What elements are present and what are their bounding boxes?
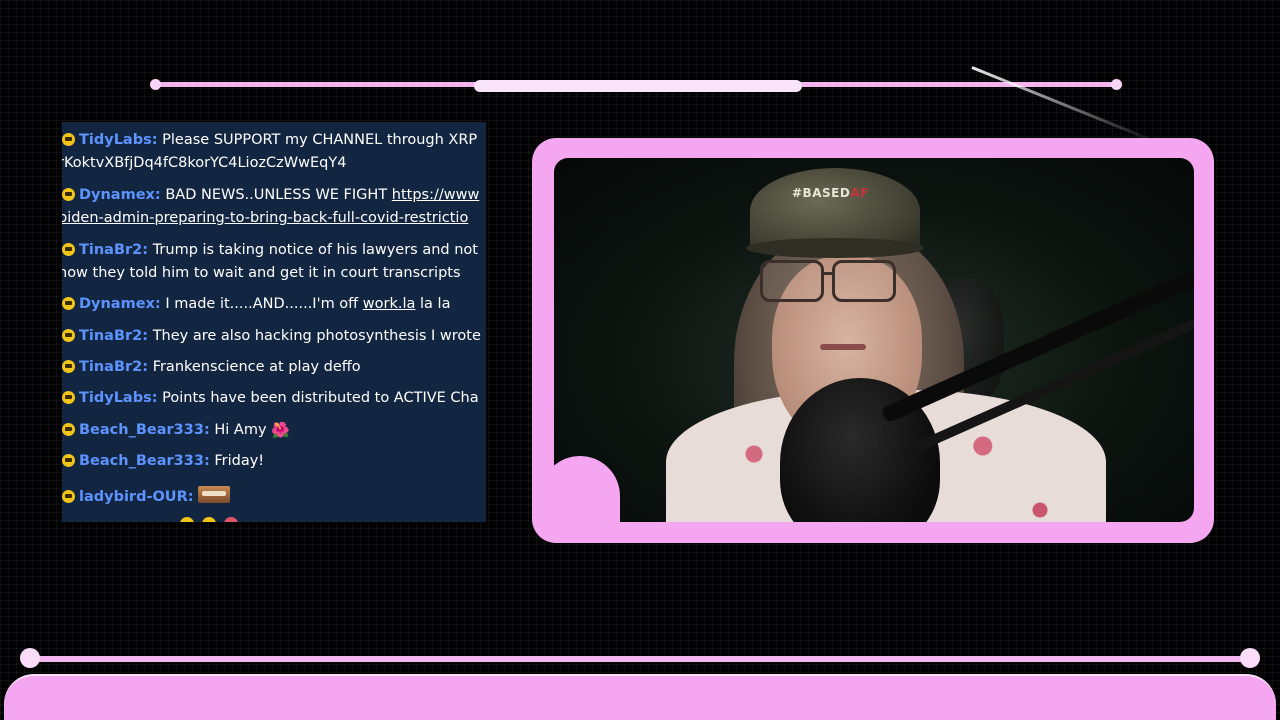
- emote-icon: [202, 517, 216, 522]
- chat-panel[interactable]: TidyLabs: Please SUPPORT my CHANNEL thro…: [62, 122, 486, 522]
- chat-username[interactable]: ladybird-OUR: [79, 489, 188, 505]
- badge-icon: [62, 454, 75, 467]
- chat-message: Dynamex: I made it.....AND......I'm off …: [62, 293, 486, 316]
- chat-message: ladybird-OUR:: [62, 486, 486, 509]
- hibiscus-emoji: 🌺: [271, 421, 290, 439]
- bottom-rail-knob-left: [20, 648, 40, 668]
- chat-username[interactable]: TinaBr2: [79, 359, 142, 375]
- camera-frame-corner: [540, 456, 620, 536]
- chat-username[interactable]: Beach_Bear333: [79, 453, 204, 469]
- cap-brim: [746, 238, 924, 258]
- top-rail-knob-left: [150, 79, 161, 90]
- chat-text-line2: how they told him to wait and get it in …: [62, 265, 461, 281]
- chat-username[interactable]: TinaBr2: [79, 328, 142, 344]
- chat-username[interactable]: TidyLabs: [79, 390, 152, 406]
- chat-message: TinaBr2: They are also hacking photosynt…: [62, 325, 486, 348]
- chat-text: BAD NEWS..UNLESS WE FIGHT: [165, 187, 392, 203]
- cap-logo-text: #BASEDAF: [792, 186, 869, 200]
- chat-text: They are also hacking photosynthesis I w…: [152, 328, 481, 344]
- chat-text: Points have been distributed to ACTIVE C…: [162, 390, 479, 406]
- chat-text: Frankenscience at play deffo: [152, 359, 361, 375]
- chat-text: Trump is taking notice of his lawyers an…: [152, 242, 478, 258]
- chat-message: TinaBr2: Trump is taking notice of his l…: [62, 239, 486, 285]
- chat-link-line2[interactable]: biden-admin-preparing-to-bring-back-full…: [62, 207, 486, 230]
- top-rail-knob-right: [1111, 79, 1122, 90]
- bottom-banner: [4, 674, 1276, 720]
- top-rail-pill: [474, 80, 802, 92]
- chat-username[interactable]: TinaBr2: [79, 242, 142, 258]
- chat-text: Friday!: [214, 453, 265, 469]
- emote-icon: [224, 517, 238, 522]
- chat-username[interactable]: TidyLabs: [79, 132, 152, 148]
- badge-icon: [62, 423, 75, 436]
- chat-username[interactable]: Beach_Bear333: [79, 422, 204, 438]
- bottom-rail: [30, 656, 1250, 662]
- bottom-rail-knob-right: [1240, 648, 1260, 668]
- chat-message: Dynamex: BAD NEWS..UNLESS WE FIGHT https…: [62, 184, 486, 230]
- chat-message: TidyLabs: Points have been distributed t…: [62, 387, 486, 410]
- chat-text: Hi Amy: [214, 422, 272, 438]
- stream-overlay: TidyLabs: Please SUPPORT my CHANNEL thro…: [0, 0, 1280, 720]
- chat-username[interactable]: Dynamex: [79, 296, 155, 312]
- badge-icon: [62, 490, 75, 503]
- chat-text: I made it.....AND......I'm off: [165, 296, 363, 312]
- chat-link[interactable]: work.la: [363, 296, 416, 312]
- webcam-video[interactable]: #BASEDAF: [554, 158, 1194, 522]
- emote-icon: [198, 486, 231, 503]
- chat-message: Beach_Bear333: Friday!: [62, 450, 486, 473]
- chat-message-cutoff: [180, 516, 330, 522]
- chat-text-tail: la la: [415, 296, 451, 312]
- badge-icon: [62, 188, 75, 201]
- chat-message: TidyLabs: Please SUPPORT my CHANNEL thro…: [62, 129, 486, 175]
- badge-icon: [62, 329, 75, 342]
- person-mouth: [820, 344, 866, 350]
- chat-text-line2: rKoktvXBfjDq4fC8korYC4LiozCzWwEqY4: [62, 155, 347, 171]
- chat-username[interactable]: Dynamex: [79, 187, 155, 203]
- badge-icon: [62, 360, 75, 373]
- glasses: [760, 260, 896, 302]
- chat-message: TinaBr2: Frankenscience at play deffo: [62, 356, 486, 379]
- chat-message: Beach_Bear333: Hi Amy 🌺: [62, 419, 486, 442]
- badge-icon: [62, 243, 75, 256]
- top-rail-streak: [971, 66, 1158, 144]
- badge-icon: [62, 133, 75, 146]
- badge-icon: [62, 391, 75, 404]
- badge-icon: [62, 297, 75, 310]
- badge-icon: [180, 517, 194, 522]
- chat-link[interactable]: https://www: [392, 187, 480, 203]
- chat-text: Please SUPPORT my CHANNEL through XRP: [162, 132, 478, 148]
